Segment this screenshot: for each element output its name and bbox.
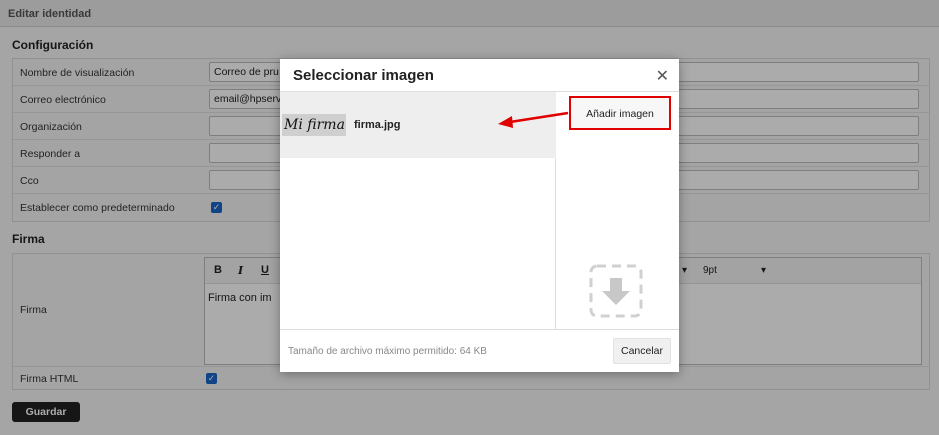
- dialog-side-panel: Añadir imagen: [557, 92, 679, 330]
- max-size-note: Tamaño de archivo máximo permitido: 64 K…: [288, 346, 487, 357]
- file-list: Mi firma firma.jpg: [280, 92, 556, 330]
- dialog-title: Seleccionar imagen: [293, 67, 434, 84]
- close-icon[interactable]: ✕: [656, 66, 669, 86]
- select-image-dialog: Seleccionar imagen ✕ Mi firma firma.jpg …: [280, 59, 679, 372]
- add-image-label: Añadir imagen: [586, 108, 654, 120]
- file-name: firma.jpg: [354, 119, 401, 131]
- list-item[interactable]: Mi firma firma.jpg: [280, 92, 556, 158]
- image-thumbnail: Mi firma: [282, 114, 346, 136]
- cancel-button[interactable]: Cancelar: [613, 338, 671, 364]
- download-drop-icon[interactable]: [589, 264, 643, 318]
- add-image-button[interactable]: Añadir imagen: [569, 96, 671, 130]
- dialog-body: Mi firma firma.jpg Añadir imagen: [280, 91, 679, 330]
